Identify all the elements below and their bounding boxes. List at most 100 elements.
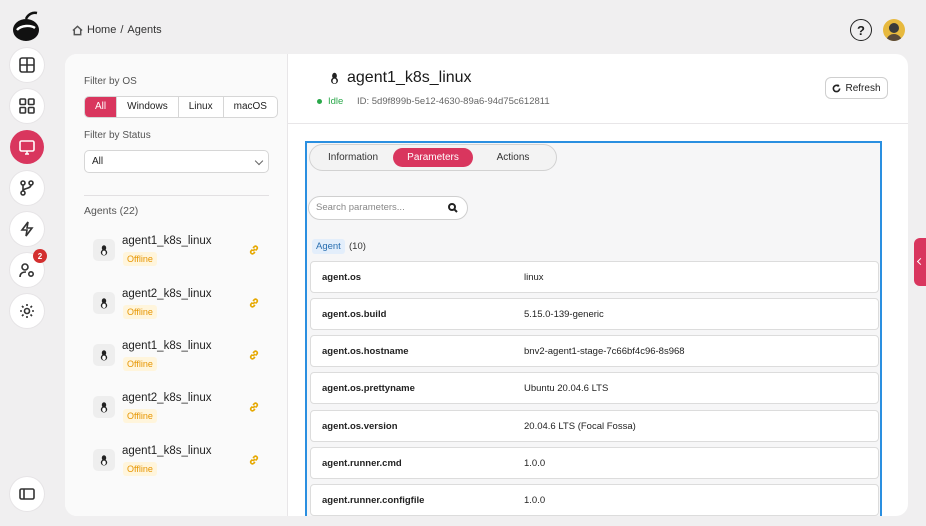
filter-panel: Filter by OS All Windows Linux macOS Fil… xyxy=(65,54,288,516)
table-row: agent.os.prettyname Ubuntu 20.04.6 LTS xyxy=(310,372,879,404)
linux-icon xyxy=(93,239,115,261)
param-value: Ubuntu 20.04.6 LTS xyxy=(524,383,609,394)
link-icon[interactable] xyxy=(248,454,260,466)
agent-list-item[interactable]: agent1_k8s_linux Offline xyxy=(93,445,273,485)
status-badge: Offline xyxy=(123,409,157,423)
param-key: agent.runner.cmd xyxy=(322,458,402,469)
refresh-icon xyxy=(833,83,841,92)
monitor-icon xyxy=(19,140,35,155)
param-key: agent.runner.configfile xyxy=(322,495,425,506)
layout-icon xyxy=(19,57,35,73)
os-option-all[interactable]: All xyxy=(85,97,118,117)
link-icon[interactable] xyxy=(248,349,260,361)
settings-nav-button[interactable] xyxy=(10,294,44,328)
notification-badge: 2 xyxy=(33,249,47,263)
os-option-linux[interactable]: Linux xyxy=(179,97,224,117)
link-icon[interactable] xyxy=(248,401,260,413)
agent-list-item[interactable]: agent2_k8s_linux Offline xyxy=(93,392,273,432)
table-row: agent.os linux xyxy=(310,261,879,293)
tab-information[interactable]: Information xyxy=(313,148,393,167)
dashboard-nav-button[interactable] xyxy=(10,48,44,82)
search-placeholder: Search parameters... xyxy=(316,202,405,213)
icon-rail: 2 xyxy=(0,0,52,526)
param-value: bnv2-agent1-stage-7c66bf4c96-8s968 xyxy=(524,346,685,357)
linux-icon xyxy=(93,449,115,471)
agent-name: agent1_k8s_linux xyxy=(122,340,212,352)
search-input[interactable]: Search parameters... xyxy=(308,196,468,220)
collapse-sidebar-button[interactable] xyxy=(10,477,44,511)
agent-name: agent1_k8s_linux xyxy=(122,445,212,457)
group-tag[interactable]: Agent xyxy=(312,239,345,254)
tab-actions[interactable]: Actions xyxy=(473,148,553,167)
table-row: agent.runner.configfile 1.0.0 xyxy=(310,484,879,516)
link-icon[interactable] xyxy=(248,244,260,256)
side-panel-toggle[interactable] xyxy=(914,238,926,286)
main-card: Filter by OS All Windows Linux macOS Fil… xyxy=(65,54,908,516)
status-filter-select[interactable]: All xyxy=(84,150,269,173)
detail-tabs: Information Parameters Actions xyxy=(309,144,557,171)
apps-nav-button[interactable] xyxy=(10,89,44,123)
param-value: 1.0.0 xyxy=(524,458,546,469)
gear-icon xyxy=(20,304,34,318)
linux-icon xyxy=(93,344,115,366)
agent-title: agent1_k8s_linux xyxy=(347,69,472,86)
grid-icon xyxy=(19,98,35,114)
page-title: agent1_k8s_linux xyxy=(328,69,472,87)
param-value: 20.04.6 LTS (Focal Fossa) xyxy=(524,421,636,432)
lightning-icon xyxy=(20,221,34,237)
breadcrumb: Home / Agents xyxy=(72,24,162,36)
status-indicator: Idle xyxy=(317,96,343,107)
actions-nav-button[interactable] xyxy=(10,212,44,246)
link-icon[interactable] xyxy=(248,297,260,309)
agent-list-item[interactable]: agent2_k8s_linux Offline xyxy=(93,288,273,328)
linux-icon xyxy=(93,292,115,314)
refresh-label: Refresh xyxy=(845,82,881,94)
help-button[interactable]: ? xyxy=(850,19,872,41)
param-key: agent.os.build xyxy=(322,309,387,320)
param-key: agent.os.hostname xyxy=(322,346,409,357)
group-count: (10) xyxy=(349,241,366,252)
table-row: agent.os.version 20.04.6 LTS (Focal Fossa… xyxy=(310,410,879,442)
refresh-button[interactable]: Refresh xyxy=(825,77,888,99)
chevron-down-icon xyxy=(254,156,264,166)
search-icon xyxy=(448,203,458,213)
param-key: agent.os xyxy=(322,272,362,283)
agents-heading: Agents (22) xyxy=(84,205,139,217)
pipelines-nav-button[interactable] xyxy=(10,171,44,205)
os-option-macos[interactable]: macOS xyxy=(224,97,277,117)
git-branch-icon xyxy=(20,180,34,196)
agent-list-item[interactable]: agent1_k8s_linux Offline xyxy=(93,340,273,380)
status-badge: Offline xyxy=(123,252,157,266)
tab-parameters[interactable]: Parameters xyxy=(393,148,473,167)
user-gear-icon xyxy=(19,263,35,278)
breadcrumb-current: Agents xyxy=(127,24,162,36)
os-option-windows[interactable]: Windows xyxy=(117,97,179,117)
status-badge: Offline xyxy=(123,462,157,476)
breadcrumb-home[interactable]: Home xyxy=(87,24,116,36)
app-logo-icon[interactable] xyxy=(11,10,41,42)
parameters-section: Information Parameters Actions Search pa… xyxy=(305,141,882,516)
divider xyxy=(84,195,269,196)
status-badge: Offline xyxy=(123,357,157,371)
status-filter-value: All xyxy=(92,156,104,167)
os-filter-segmented: All Windows Linux macOS xyxy=(84,96,278,118)
status-filter-label: Filter by Status xyxy=(84,130,151,141)
param-value: 1.0.0 xyxy=(524,495,546,506)
agent-detail-panel: agent1_k8s_linux Idle ID: 5d9f899b-5e12-… xyxy=(288,54,908,516)
os-filter-label: Filter by OS xyxy=(84,76,137,87)
agents-nav-button[interactable] xyxy=(10,130,44,164)
agent-name: agent2_k8s_linux xyxy=(122,392,212,404)
agent-name: agent1_k8s_linux xyxy=(122,235,212,247)
status-badge: Offline xyxy=(123,305,157,319)
table-row: agent.os.hostname bnv2-agent1-stage-7c66b… xyxy=(310,335,879,367)
user-settings-nav-button[interactable]: 2 xyxy=(10,249,47,287)
breadcrumb-separator: / xyxy=(120,24,124,36)
avatar[interactable] xyxy=(883,19,905,41)
param-key: agent.os.prettyname xyxy=(322,383,415,394)
param-value: 5.15.0-139-generic xyxy=(524,309,604,320)
linux-icon xyxy=(331,72,338,84)
sidebar-toggle-icon xyxy=(19,488,35,500)
agent-list-item[interactable]: agent1_k8s_linux Offline xyxy=(93,235,273,275)
home-icon[interactable] xyxy=(72,24,83,36)
param-key: agent.os.version xyxy=(322,421,398,432)
